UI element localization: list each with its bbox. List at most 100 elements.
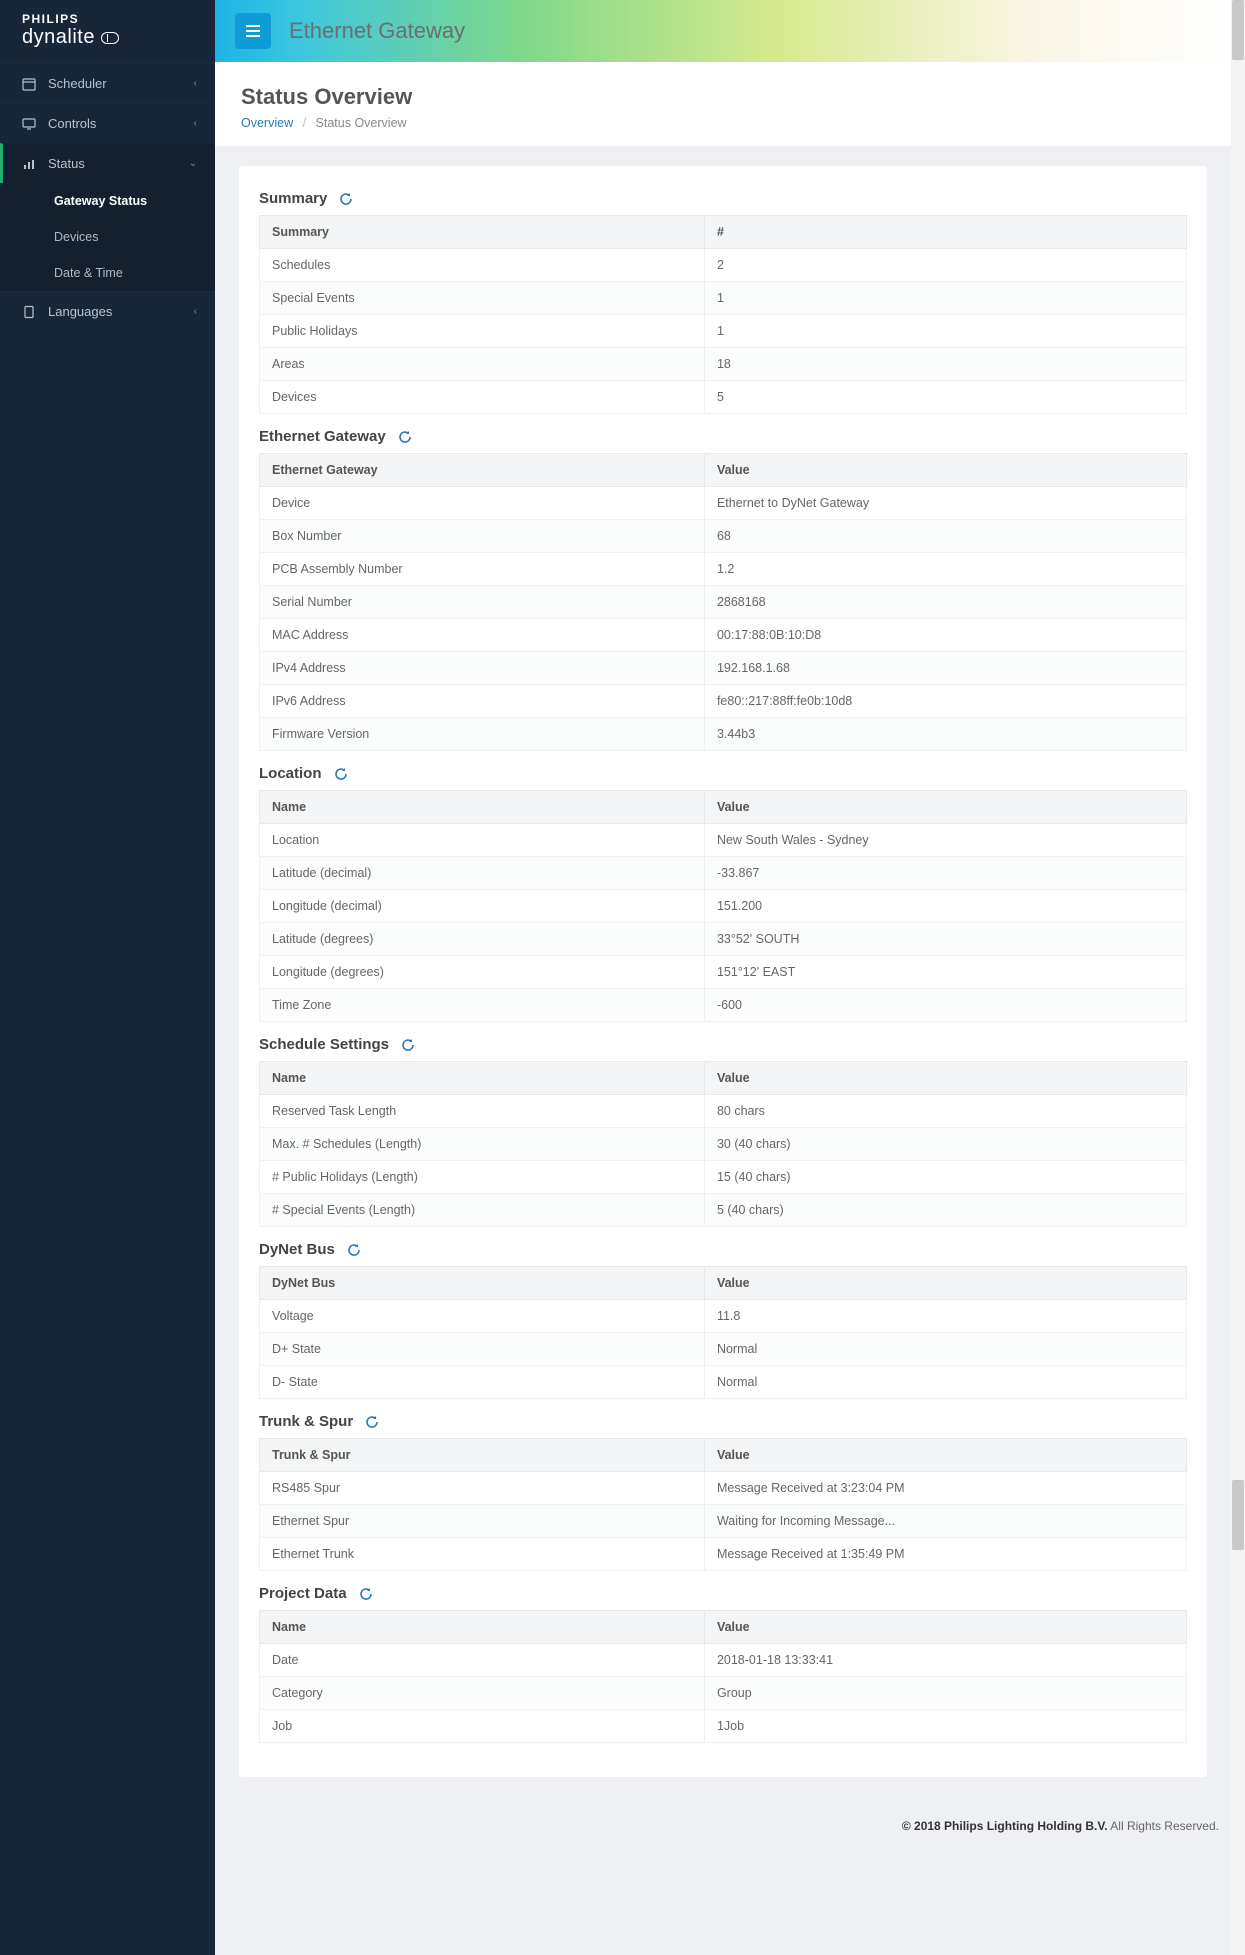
refresh-icon[interactable] [401, 1038, 415, 1052]
cell-value: 30 (40 chars) [704, 1128, 1186, 1161]
section-title: DyNet Bus [259, 1241, 335, 1258]
table-row: CategoryGroup [260, 1677, 1187, 1710]
topbar: Ethernet Gateway [215, 0, 1231, 62]
cell-value[interactable]: 5 [704, 381, 1186, 414]
scrollbar-thumb[interactable] [1232, 1480, 1244, 1550]
section-summary: SummarySummary#Schedules2Special Events1… [259, 190, 1187, 414]
cell-value[interactable]: 2 [704, 249, 1186, 282]
data-table: Ethernet GatewayValueDeviceEthernet to D… [259, 453, 1187, 751]
table-row: Longitude (decimal)151.200 [260, 890, 1187, 923]
table-row: Job1Job [260, 1710, 1187, 1743]
hamburger-icon [245, 24, 261, 38]
cell-value[interactable]: 1 [704, 315, 1186, 348]
menu-toggle-button[interactable] [235, 13, 271, 49]
cell-value: New South Wales - Sydney [704, 824, 1186, 857]
table-row: Devices5 [260, 381, 1187, 414]
cell-value[interactable]: 18 [704, 348, 1186, 381]
table-row: Ethernet TrunkMessage Received at 1:35:4… [260, 1538, 1187, 1571]
sidebar-subitem-gateway-status[interactable]: Gateway Status [0, 183, 215, 219]
cell-name: Max. # Schedules (Length) [260, 1128, 705, 1161]
column-header-value: Value [704, 791, 1186, 824]
cell-name: Job [260, 1710, 705, 1743]
data-table: Trunk & SpurValueRS485 SpurMessage Recei… [259, 1438, 1187, 1571]
cell-value: -33.867 [704, 857, 1186, 890]
cell-value: 1Job [704, 1710, 1186, 1743]
cell-value: 80 chars [704, 1095, 1186, 1128]
sidebar-item-languages[interactable]: Languages ‹ [0, 291, 215, 331]
table-row: D- StateNormal [260, 1366, 1187, 1399]
refresh-icon[interactable] [359, 1587, 373, 1601]
sidebar-item-scheduler[interactable]: Scheduler ‹ [0, 63, 215, 103]
table-row: DeviceEthernet to DyNet Gateway [260, 487, 1187, 520]
brand-top: PHILIPS [22, 12, 193, 26]
breadcrumb-current: Status Overview [316, 116, 407, 130]
refresh-icon[interactable] [339, 192, 353, 206]
sidebar-item-label: Status [48, 156, 85, 171]
refresh-icon[interactable] [398, 430, 412, 444]
table-row: LocationNew South Wales - Sydney [260, 824, 1187, 857]
cell-name: Devices [260, 381, 705, 414]
table-row: Longitude (degrees)151°12' EAST [260, 956, 1187, 989]
refresh-icon[interactable] [347, 1243, 361, 1257]
main-content: Ethernet Gateway Status Overview Overvie… [215, 0, 1245, 1955]
table-row: PCB Assembly Number1.2 [260, 553, 1187, 586]
table-row: Schedules2 [260, 249, 1187, 282]
cell-name: Latitude (decimal) [260, 857, 705, 890]
cell-value: 5 (40 chars) [704, 1194, 1186, 1227]
section-title: Location [259, 765, 322, 782]
breadcrumb-root[interactable]: Overview [241, 116, 293, 130]
scrollbar-track[interactable] [1231, 0, 1245, 1955]
cell-name: Category [260, 1677, 705, 1710]
data-table: NameValueDate2018-01-18 13:33:41Category… [259, 1610, 1187, 1743]
column-header-name: Name [260, 791, 705, 824]
cell-name: Voltage [260, 1300, 705, 1333]
cell-name: Device [260, 487, 705, 520]
footer-copyright-rest: All Rights Reserved. [1108, 1819, 1219, 1833]
sidebar-item-controls[interactable]: Controls ‹ [0, 103, 215, 143]
cell-name: Firmware Version [260, 718, 705, 751]
cell-value: 33°52' SOUTH [704, 923, 1186, 956]
refresh-icon[interactable] [365, 1415, 379, 1429]
column-header-name: Summary [260, 216, 705, 249]
cell-name: D+ State [260, 1333, 705, 1366]
section-title: Project Data [259, 1585, 347, 1602]
table-row: # Special Events (Length)5 (40 chars) [260, 1194, 1187, 1227]
cell-name: Special Events [260, 282, 705, 315]
cell-name: PCB Assembly Number [260, 553, 705, 586]
chevron-left-icon: ‹ [194, 306, 197, 317]
refresh-icon[interactable] [334, 767, 348, 781]
sidebar-subitem-datetime[interactable]: Date & Time [0, 255, 215, 291]
cell-name: Longitude (decimal) [260, 890, 705, 923]
data-table: NameValueReserved Task Length80 charsMax… [259, 1061, 1187, 1227]
breadcrumb: Overview / Status Overview [241, 116, 1205, 130]
cell-value: 151°12' EAST [704, 956, 1186, 989]
table-row: Areas18 [260, 348, 1187, 381]
cell-value: Group [704, 1677, 1186, 1710]
cell-value: Waiting for Incoming Message... [704, 1505, 1186, 1538]
cell-value: Ethernet to DyNet Gateway [704, 487, 1186, 520]
cell-value: Message Received at 3:23:04 PM [704, 1472, 1186, 1505]
column-header-value: Value [704, 1062, 1186, 1095]
table-row: Latitude (decimal)-33.867 [260, 857, 1187, 890]
cell-name: Schedules [260, 249, 705, 282]
calendar-icon [22, 77, 36, 91]
data-table: Summary#Schedules2Special Events1Public … [259, 215, 1187, 414]
sidebar-item-status[interactable]: Status ⌄ [0, 143, 215, 183]
column-header-name: DyNet Bus [260, 1267, 705, 1300]
section-title: Ethernet Gateway [259, 428, 386, 445]
cell-value[interactable]: 1 [704, 282, 1186, 315]
scrollbar-thumb[interactable] [1232, 0, 1244, 60]
data-table: NameValueLocationNew South Wales - Sydne… [259, 790, 1187, 1022]
cell-value: 2868168 [704, 586, 1186, 619]
data-table: DyNet BusValueVoltage11.8D+ StateNormalD… [259, 1266, 1187, 1399]
cell-name: Ethernet Trunk [260, 1538, 705, 1571]
section-header: Trunk & Spur [259, 1413, 1187, 1430]
cell-value: 192.168.1.68 [704, 652, 1186, 685]
column-header-value: Value [704, 1439, 1186, 1472]
section-header: Location [259, 765, 1187, 782]
status-card: SummarySummary#Schedules2Special Events1… [239, 166, 1207, 1777]
table-row: IPv4 Address192.168.1.68 [260, 652, 1187, 685]
table-row: Date2018-01-18 13:33:41 [260, 1644, 1187, 1677]
cell-name: Box Number [260, 520, 705, 553]
sidebar-subitem-devices[interactable]: Devices [0, 219, 215, 255]
